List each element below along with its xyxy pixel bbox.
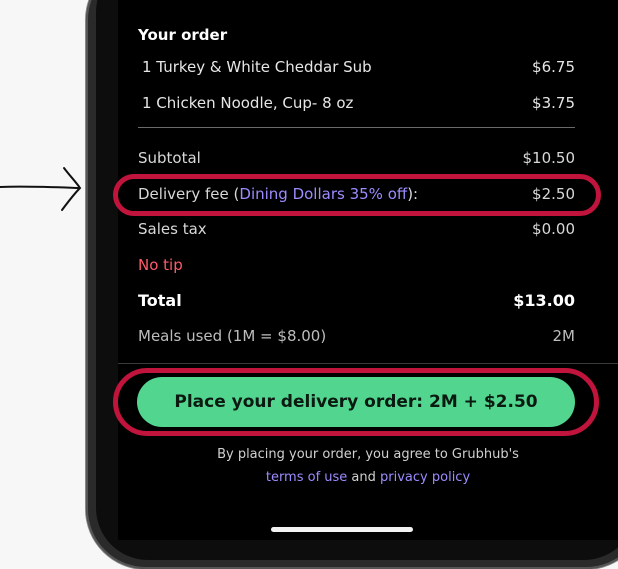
- sales-tax-row: Sales tax $0.00: [138, 218, 575, 240]
- arrow-annotation-icon: [0, 167, 82, 211]
- order-title: Your order: [138, 26, 228, 44]
- order-item-row: 1 Turkey & White Cheddar Sub $6.75: [142, 56, 575, 78]
- terms-of-use-link[interactable]: terms of use: [266, 470, 347, 485]
- meals-used-value: 2M: [552, 327, 576, 345]
- delivery-fee-label: Delivery fee (Dining Dollars 35% off):: [138, 185, 418, 203]
- legal-text: By placing your order, you agree to Grub…: [217, 447, 519, 462]
- legal-links: terms of use and privacy policy: [118, 470, 618, 485]
- total-value: $13.00: [513, 290, 575, 310]
- sales-tax-label: Sales tax: [138, 220, 207, 238]
- summary-divider: [118, 363, 618, 364]
- order-item-price: $6.75: [532, 58, 575, 76]
- meals-used-row: Meals used (1M = $8.00) 2M: [138, 325, 575, 347]
- order-item-row: 1 Chicken Noodle, Cup- 8 oz $3.75: [142, 92, 575, 114]
- meals-used-label: Meals used (1M = $8.00): [138, 327, 327, 345]
- sales-tax-value: $0.00: [532, 220, 575, 238]
- total-label: Total: [138, 290, 182, 310]
- delivery-fee-row: Delivery fee (Dining Dollars 35% off): $…: [138, 183, 575, 205]
- stage: Your order 1 Turkey & White Cheddar Sub …: [0, 0, 618, 569]
- total-row: Total $13.00: [138, 289, 575, 311]
- legal-and-text: and: [347, 470, 381, 485]
- subtotal-label: Subtotal: [138, 149, 201, 167]
- tip-row[interactable]: No tip: [138, 254, 575, 276]
- home-indicator[interactable]: [271, 527, 413, 532]
- privacy-policy-link[interactable]: privacy policy: [380, 470, 470, 485]
- delivery-fee-prefix: Delivery fee (: [138, 185, 240, 203]
- subtotal-value: $10.50: [522, 149, 576, 167]
- subtotal-row: Subtotal $10.50: [138, 147, 575, 169]
- order-item-label: 1 Turkey & White Cheddar Sub: [142, 58, 372, 76]
- items-divider: [138, 127, 575, 128]
- no-tip-link[interactable]: No tip: [138, 256, 183, 274]
- delivery-fee-suffix: ):: [407, 185, 419, 203]
- delivery-fee-value: $2.50: [532, 185, 575, 203]
- order-item-label: 1 Chicken Noodle, Cup- 8 oz: [142, 94, 354, 112]
- place-order-button[interactable]: Place your delivery order: 2M + $2.50: [137, 377, 575, 427]
- dining-dollars-discount: Dining Dollars 35% off: [239, 185, 408, 203]
- order-item-price: $3.75: [532, 94, 575, 112]
